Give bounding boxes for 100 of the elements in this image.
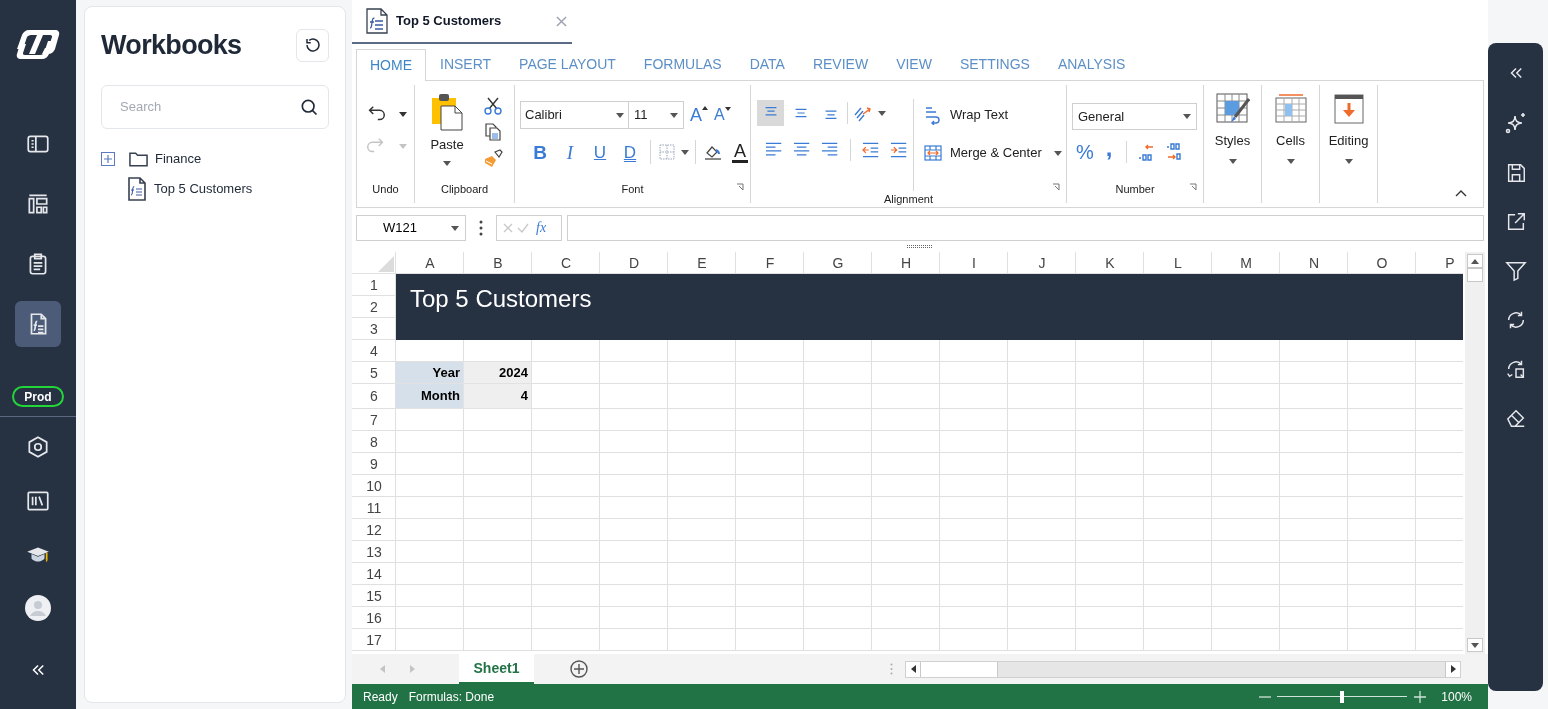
table-cell[interactable]: Year [396, 362, 464, 384]
resize-handle-icon[interactable] [907, 245, 933, 248]
document-tab[interactable]: Top 5 Customers [352, 0, 572, 44]
table-cell[interactable]: 4 [464, 384, 532, 409]
row-header[interactable]: 7 [352, 409, 396, 431]
dialog-launcher-icon[interactable] [1052, 183, 1060, 191]
formula-input[interactable] [567, 215, 1484, 241]
copy-icon[interactable] [484, 123, 502, 141]
zoom-in-icon[interactable] [1414, 690, 1427, 703]
underline-button[interactable]: U [590, 143, 610, 161]
decrease-decimal-icon[interactable] [1165, 143, 1184, 161]
column-header[interactable]: F [736, 252, 804, 274]
zoom-slider[interactable] [1277, 690, 1408, 703]
tree-item[interactable]: Top 5 Customers [154, 178, 253, 199]
number-format-dropdown[interactable]: General [1072, 103, 1197, 130]
align-right-icon[interactable] [821, 142, 839, 158]
merge-center-button[interactable]: Merge & Center [924, 141, 1062, 165]
sparkles-icon[interactable] [1503, 111, 1528, 135]
table-cell[interactable]: 2024 [464, 362, 532, 384]
row-header[interactable]: 11 [352, 497, 396, 519]
italic-button[interactable]: I [560, 142, 580, 162]
decrease-indent-icon[interactable] [861, 142, 879, 158]
column-header[interactable]: D [600, 252, 668, 274]
align-center-icon[interactable] [793, 142, 811, 158]
ribbon-tab[interactable]: HOME [356, 49, 426, 81]
more-icon[interactable] [479, 220, 483, 236]
comma-button[interactable]: , [1105, 136, 1113, 160]
row-header[interactable]: 6 [352, 384, 396, 409]
row-header[interactable]: 5 [352, 362, 396, 384]
increase-decimal-icon[interactable] [1137, 143, 1156, 161]
column-header[interactable]: A [396, 252, 464, 274]
increase-indent-icon[interactable] [889, 142, 907, 158]
search-field[interactable]: Search [101, 84, 329, 129]
tree-item[interactable]: Finance [155, 148, 202, 169]
row-header[interactable]: 14 [352, 563, 396, 585]
add-sheet-icon[interactable] [570, 660, 588, 678]
avatar-icon[interactable] [25, 595, 51, 621]
name-box[interactable]: W121 [356, 215, 466, 241]
row-header[interactable]: 4 [352, 340, 396, 362]
column-header[interactable]: C [532, 252, 600, 274]
grow-font-button[interactable]: A [690, 106, 708, 124]
row-header[interactable]: 2 [352, 296, 396, 318]
column-header[interactable]: E [668, 252, 736, 274]
styles-button[interactable]: Styles [1214, 93, 1251, 173]
collapse-ribbon-icon[interactable] [1455, 189, 1467, 197]
row-header[interactable]: 9 [352, 453, 396, 475]
filter-icon[interactable] [1504, 260, 1527, 282]
cells-button[interactable]: Cells [1274, 93, 1307, 173]
scroll-right-icon[interactable] [1450, 665, 1456, 673]
align-left-icon[interactable] [765, 142, 783, 158]
horizontal-scrollbar[interactable] [905, 660, 1461, 678]
row-header[interactable]: 17 [352, 629, 396, 651]
bold-button[interactable]: B [530, 142, 550, 162]
nav-item[interactable] [15, 301, 61, 347]
eraser-icon[interactable] [1504, 407, 1527, 429]
column-header[interactable]: B [464, 252, 532, 274]
editing-button[interactable]: Editing [1328, 93, 1369, 173]
expand-icon[interactable] [101, 151, 115, 166]
dialog-launcher-icon[interactable] [1189, 183, 1197, 191]
sheet-tab[interactable]: Sheet1 [459, 654, 534, 684]
drag-handle-icon[interactable] [890, 663, 893, 675]
scroll-left-icon[interactable] [910, 665, 916, 673]
column-header[interactable]: H [872, 252, 940, 274]
double-underline-button[interactable]: D [620, 143, 640, 161]
wrap-text-button[interactable]: Wrap Text [924, 103, 1062, 127]
column-header[interactable]: M [1212, 252, 1280, 274]
row-header[interactable]: 10 [352, 475, 396, 497]
caret-icon[interactable] [878, 110, 886, 116]
scroll-up-icon[interactable] [1471, 258, 1479, 264]
refresh-button[interactable] [296, 28, 329, 62]
ribbon-tab[interactable]: ANALYSIS [1043, 48, 1140, 80]
column-header[interactable]: P [1416, 252, 1463, 274]
row-header[interactable]: 8 [352, 431, 396, 453]
column-header[interactable]: N [1280, 252, 1348, 274]
paste-button[interactable]: Paste [427, 93, 467, 166]
font-color-button[interactable]: A [732, 141, 748, 163]
row-header[interactable]: 15 [352, 585, 396, 607]
row-header[interactable]: 3 [352, 318, 396, 340]
table-cell[interactable]: Month [396, 384, 464, 409]
column-header[interactable]: O [1348, 252, 1416, 274]
shrink-font-button[interactable]: A [714, 107, 731, 123]
dialog-launcher-icon[interactable] [736, 183, 744, 191]
caret-icon[interactable] [681, 149, 689, 155]
insert-function-button[interactable]: fx [536, 221, 547, 235]
brush-icon[interactable] [483, 149, 503, 169]
refresh-document-icon[interactable] [1504, 358, 1527, 380]
column-header[interactable]: I [940, 252, 1008, 274]
column-header[interactable]: K [1076, 252, 1144, 274]
column-header[interactable]: J [1008, 252, 1076, 274]
scrollbar-thumb[interactable] [1467, 268, 1483, 282]
vertical-scrollbar[interactable] [1465, 252, 1485, 654]
ribbon-tab[interactable]: INSERT [426, 48, 506, 80]
row-header[interactable]: 13 [352, 541, 396, 563]
scissors-icon[interactable] [484, 97, 502, 115]
row-header[interactable]: 1 [352, 274, 396, 296]
column-header[interactable]: G [804, 252, 872, 274]
row-header[interactable]: 12 [352, 519, 396, 541]
percent-button[interactable]: % [1076, 142, 1094, 162]
row-header[interactable]: 16 [352, 607, 396, 629]
scrollbar-thumb[interactable] [921, 661, 998, 677]
